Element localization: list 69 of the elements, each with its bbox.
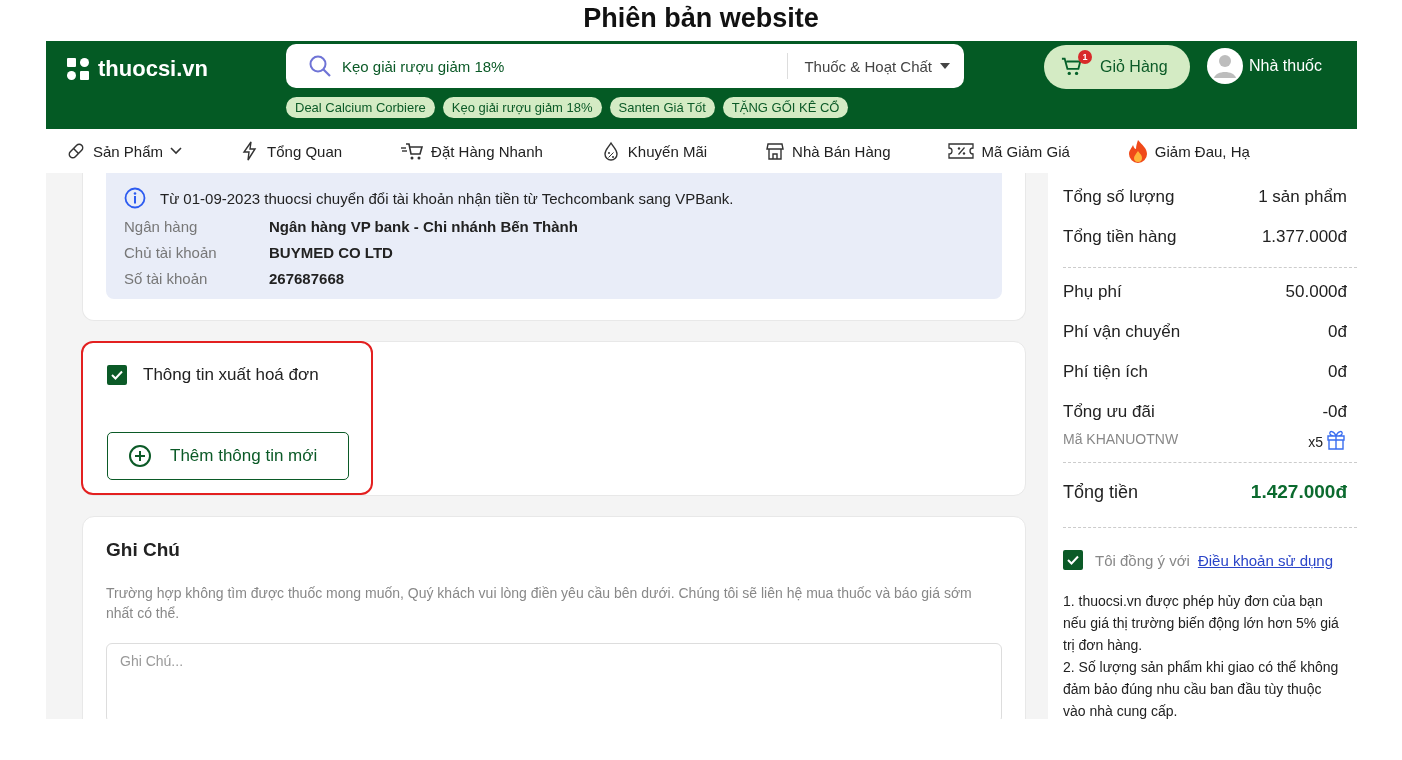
account-link[interactable]: Nhà thuốc [1249,57,1322,75]
nav-item[interactable]: Đặt Hàng Nhanh [400,141,543,161]
nav-item[interactable]: Giảm Đau, Hạ [1127,139,1250,163]
chevron-down-icon [170,147,183,155]
summary-label: Tổng tiền hàng [1063,227,1177,247]
fire-icon [1127,139,1148,163]
summary-label: Phí tiện ích [1063,362,1149,382]
search-tag[interactable]: Kẹo giải rượu giảm 18% [442,97,602,118]
coupon-icon [948,142,975,160]
checkmark-icon [1067,555,1079,565]
terms-note: 2. Số lượng sản phẩm khi giao có thể không đảm bảo đúng nhu cầu ban đầu tùy thuộc vào nhà cung cấp. [1063,658,1340,719]
notes-field[interactable]: Ghi Chú... [106,643,1002,719]
detail-value: 267687668 [269,270,345,287]
detail-label: Ngân hàng [124,218,199,235]
terms-link[interactable]: Điều khoản sử dụng [1197,551,1334,569]
checkbox-label: Thông tin xuất hoá đơn [143,365,319,385]
summary-value: 0đ [1328,322,1347,342]
notice-text: Từ 01-09-2023 thuocsi chuyển đổi tài khoản nhận tiền từ Techcombank sang VPBank. [160,189,734,207]
notes-description: Trường hợp không tìm được thuốc mong muốn, Quý khách vui lòng điền yêu cầu bên dưới. Chúng tôi sẽ liên hệ mua thuốc và báo giá sớm nhất có thể. [106,584,973,623]
caret-icon [940,63,950,69]
capsule-icon [66,141,86,161]
summary-value: 1.377.000đ [1261,227,1347,247]
summary-value: -0đ [1322,402,1347,422]
checkbox[interactable] [107,365,127,385]
checkmark-icon [111,370,123,380]
summary-label: Mã KHANUOTNW [1063,431,1179,447]
summary-value: 50.000đ [1285,282,1347,302]
summary-label: Tổng số lượng [1063,187,1175,207]
nav-item[interactable]: Tổng Quan [240,141,343,161]
summary-label: Tổng tiền [1063,481,1139,503]
logo-icon [66,57,90,81]
cart-icon [1060,56,1084,78]
nav-item[interactable]: Mã Giảm Giá [948,142,1070,160]
search-tag[interactable]: TẶNG GỐI KÊ CỔ [722,97,849,118]
nav-item[interactable]: Khuyến Mãi [600,141,708,161]
section-title: Ghi Chú [106,539,181,561]
search-tag[interactable]: Deal Calcium Corbiere [286,97,435,118]
nav-item[interactable]: Nhà Bán Hàng [765,141,891,161]
page-title: Phiên bản website [582,2,820,35]
fast-cart-icon [400,141,425,161]
info-icon [124,187,146,209]
summary-value: 1 sản phẩm [1258,187,1347,207]
category-dropdown[interactable]: Thuốc & Hoạt Chất [804,57,950,75]
logo-text[interactable]: thuocsi.vn [98,56,208,82]
search-tag[interactable]: Santen Giá Tốt [609,97,715,118]
summary-label: Phụ phí [1063,282,1122,302]
nav-item[interactable]: Sản Phẩm [66,141,183,161]
summary-label: Tổng ưu đãi [1063,402,1155,422]
checkbox[interactable] [1063,550,1083,570]
gift-icon [1325,428,1347,450]
promo-count: x5 [1308,434,1323,450]
cart-count-badge: 1 [1078,50,1092,64]
search-icon [308,54,332,78]
add-info-button[interactable]: Thêm thông tin mới [107,432,349,480]
search-value: Kẹo giải rượu giảm 18% [342,57,506,75]
detail-value: Ngân hàng VP bank - Chi nhánh Bến Thành [269,218,578,235]
summary-value: 1.427.000đ [1250,481,1347,503]
avatar-icon [1207,48,1243,84]
terms-note: 1. thuocsi.vn được phép hủy đơn của bạn nếu giá thị trường biến động lớn hơn 5% giá trị đơn hàng. [1063,592,1340,655]
terms-text: Tôi đồng ý với [1095,551,1190,569]
search-field[interactable]: Kẹo giải rượu giảm 18% Thuốc & Hoạt Chất [286,44,964,88]
summary-label: Phí vận chuyển [1063,322,1181,342]
detail-value: BUYMED CO LTD [269,244,393,261]
store-icon [765,141,786,161]
summary-value: 0đ [1328,362,1347,382]
detail-label: Số tài khoản [124,270,209,287]
cart-button[interactable]: 1 Giỏ Hàng [1044,45,1190,89]
detail-label: Chủ tài khoản [124,244,218,261]
plus-circle-icon [128,444,152,468]
